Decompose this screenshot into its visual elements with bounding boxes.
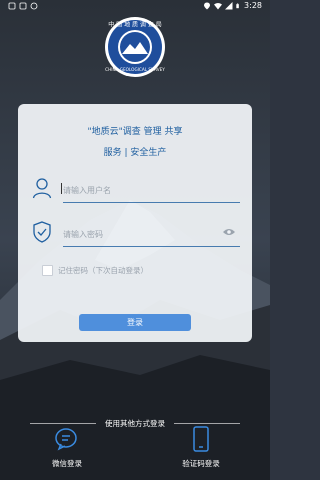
status-bar: 3:28 <box>0 0 270 14</box>
signal-icon <box>225 1 233 9</box>
eye-icon[interactable] <box>222 227 236 237</box>
svg-text:CHINA GEOLOGICAL SURVEY: CHINA GEOLOGICAL SURVEY <box>105 67 165 72</box>
username-underline <box>63 202 240 203</box>
slogan-line-1: "地质云"调查 管理 共享 <box>87 127 183 137</box>
wechat-login-option[interactable]: 微信登录 <box>32 426 102 469</box>
text-cursor <box>61 183 62 194</box>
status-notification-icons <box>8 2 38 10</box>
sms-login-option[interactable]: 验证码登录 <box>166 426 236 469</box>
sim-icon <box>8 2 16 10</box>
password-field[interactable]: 请输入密码 <box>30 221 240 247</box>
login-button[interactable]: 登录 <box>79 314 191 331</box>
status-time: 3:28 <box>244 1 262 10</box>
battery-icon <box>236 3 239 8</box>
password-underline <box>63 246 240 247</box>
remember-password[interactable]: 记住密码（下次自动登录） <box>42 265 148 276</box>
wechat-login-label: 微信登录 <box>52 459 82 468</box>
china-geological-survey-logo: 中 国 地 质 调 查 局 CHINA GEOLOGICAL SURVEY <box>105 17 165 77</box>
circle-icon <box>30 2 38 10</box>
phone-icon <box>193 426 209 452</box>
password-placeholder: 请输入密码 <box>63 230 103 239</box>
user-icon <box>32 178 52 199</box>
username-placeholder: 请输入用户名 <box>63 186 111 195</box>
divider-right <box>174 423 240 424</box>
username-field[interactable]: 请输入用户名 <box>30 177 240 203</box>
slogan-line-2: 服务 | 安全生产 <box>103 148 167 158</box>
sms-login-label: 验证码登录 <box>182 459 220 468</box>
svg-text:中 国 地 质 调 查 局: 中 国 地 质 调 查 局 <box>108 21 161 29</box>
shield-check-icon <box>33 221 51 243</box>
login-card: "地质云"调查 管理 共享 服务 | 安全生产 请输入用户名 请输入密码 记住密… <box>18 104 252 342</box>
wechat-icon <box>55 428 77 451</box>
remember-label: 记住密码（下次自动登录） <box>58 266 148 275</box>
remember-checkbox[interactable] <box>42 265 53 276</box>
wifi-icon <box>214 2 223 9</box>
location-icon <box>204 2 211 9</box>
status-system-icons: 3:28 <box>203 1 262 10</box>
sim-icon <box>19 2 27 10</box>
